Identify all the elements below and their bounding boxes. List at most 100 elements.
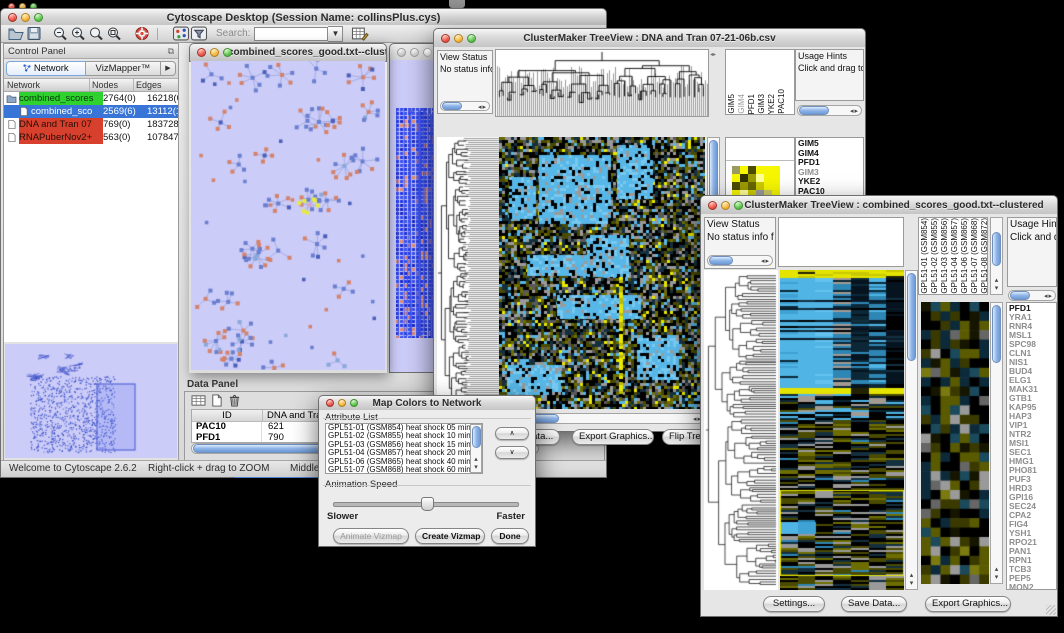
tab-vizmapper[interactable]: VizMapper™ [86,61,161,76]
treeview2-title: ClusterMaker TreeView : combined_scores_… [701,200,1057,211]
network-view-canvas[interactable] [191,61,385,370]
help-lifesaver-icon[interactable] [133,26,151,41]
column-label: GPL51-02 (GSM855) [930,218,939,294]
attribute-grid-icon[interactable] [191,394,206,407]
table-edit-icon[interactable] [351,26,369,41]
tab-network[interactable]: Network [6,61,86,76]
close-icon[interactable] [708,201,717,210]
scroll-down-icon[interactable]: ▾ [991,285,1002,292]
slider-thumb[interactable] [421,497,434,511]
tv2-sub-heatmap[interactable] [921,302,989,584]
network-tree-row[interactable]: RNAPuberNov2+563(0)107847(0) [4,131,178,144]
minimize-icon[interactable] [210,48,219,57]
tv2-gene-dendrogram[interactable] [704,270,778,590]
float-panel-icon[interactable]: ⧉ [168,46,178,57]
tv1-status-scrollbar[interactable]: ◂▸ [440,101,490,111]
tv1-gene-list[interactable]: GIM5GIM4PFD1GIM3YKE2PAC10 [796,138,863,197]
open-file-icon[interactable] [7,26,25,41]
move-down-button[interactable]: ∨ [495,446,529,459]
network-tree-row[interactable]: combined_sco2569(6)13112(15) [4,105,178,118]
network-overview-icon[interactable] [172,26,190,41]
close-icon[interactable] [197,48,206,57]
minimize-icon[interactable] [338,399,346,407]
zoom-icon[interactable] [734,201,743,210]
tv2-heatmap[interactable] [780,270,904,590]
tv2-usage-scrollbar[interactable]: ◂▸ [1008,290,1056,301]
tv2-export-graphics-button[interactable]: Export Graphics... [925,596,1011,612]
adjacency-matrix-view[interactable] [396,108,436,338]
col-nodes[interactable]: Nodes [90,79,134,91]
zoom-fit-icon[interactable] [87,26,105,41]
zoom-icon[interactable] [223,48,232,57]
create-vizmap-button[interactable]: Create Vizmap [415,528,485,544]
tv1-gene-dendrogram[interactable] [437,137,499,409]
minimize-icon[interactable] [21,13,30,22]
new-attribute-icon[interactable] [209,394,224,407]
tv2-status-scrollbar[interactable]: ◂▸ [707,255,773,266]
done-button[interactable]: Done [491,528,529,544]
network-tree-row[interactable]: DNA and Tran 07769(0)183728(0) [4,118,178,131]
zoom-icon[interactable] [423,48,432,57]
zoom-in-icon[interactable] [69,26,87,41]
tv2-subheat-vscroll[interactable]: ▴ ▾ [990,302,1003,584]
zoom-icon[interactable] [350,399,358,407]
resize-grip-icon[interactable] [1046,605,1056,615]
treeview1-title: ClusterMaker TreeView : DNA and Tran 07-… [434,33,865,44]
speed-slider[interactable] [333,497,519,509]
scroll-arrows-icon[interactable]: ◂▸ [1044,292,1053,300]
network-nodes-count: 2569(6) [103,105,147,118]
tv2-labels-vscroll[interactable]: ▴ ▾ [990,217,1003,295]
data-table-header[interactable]: ID [192,410,263,421]
minimize-icon[interactable] [454,34,463,43]
scroll-up-icon[interactable]: ▴ [906,572,917,579]
scroll-arrows-icon[interactable]: ◂▸ [761,257,770,265]
scroll-down-icon[interactable]: ▾ [991,574,1002,581]
tv2-settings-button[interactable]: Settings... [763,596,825,612]
scroll-up-icon[interactable]: ▴ [471,456,481,463]
minimize-icon[interactable] [410,48,419,57]
scroll-arrows-icon[interactable]: ◂▸ [478,103,487,111]
scroll-down-icon[interactable]: ▾ [906,580,917,587]
gene-label[interactable]: MON2 [1009,583,1054,590]
birdseye-view[interactable] [5,344,177,458]
zoom-icon[interactable] [34,13,43,22]
search-input[interactable] [254,27,328,41]
animate-vizmap-button[interactable]: Animate Vizmap [333,528,409,544]
minimize-icon[interactable] [721,201,730,210]
tv1-export-graphics-button[interactable]: Export Graphics... [572,429,654,445]
tv2-heatmap-vscroll[interactable]: ▴ ▾ [905,270,918,590]
close-icon[interactable] [326,399,334,407]
network-tree-empty[interactable] [4,144,178,342]
tv2-gene-list[interactable]: PFD1YRA1RNR4MSL1SPC98CLN1NIS1BUD4ELG1MAK… [1007,303,1056,590]
tv1-column-dendrogram[interactable] [495,49,709,117]
search-dropdown-button[interactable]: ▼ [328,26,343,42]
scroll-up-icon[interactable]: ▴ [991,277,1002,284]
scroll-down-icon[interactable]: ▾ [471,464,481,471]
tabs-more-button[interactable]: ▶ [161,61,176,76]
tv1-heatmap[interactable] [499,137,705,409]
tv2-column-tree-area[interactable] [778,217,904,267]
col-network[interactable]: Network [4,79,90,91]
attribute-list-item[interactable]: GPL51-07 (GSM868) heat shock 60 min [328,466,482,474]
close-icon[interactable] [8,13,17,22]
col-edges[interactable]: Edges [134,79,178,91]
treeview2-titlebar[interactable]: ClusterMaker TreeView : combined_scores_… [700,195,1058,216]
move-up-button[interactable]: ∧ [495,427,529,440]
zoom-selected-icon[interactable] [105,26,123,41]
attribute-list-vscroll[interactable]: ▴ ▾ [470,424,482,473]
network-tree-row[interactable]: combined_scores2764(0)16218(0) [4,92,178,105]
scroll-arrows-icon[interactable]: ◂▸ [850,107,859,115]
tv1-splitter-arrows[interactable]: ◂▸ [710,51,716,58]
zoom-icon[interactable] [467,34,476,43]
close-icon[interactable] [397,48,406,57]
network1-titlebar[interactable]: combined_scores_good.txt--cluste... [189,43,387,62]
tv1-usage-scrollbar[interactable]: ◂▸ [797,105,862,116]
close-icon[interactable] [441,34,450,43]
tv2-save-data-button[interactable]: Save Data... [841,596,907,612]
scroll-up-icon[interactable]: ▴ [991,566,1002,573]
treeview1-titlebar[interactable]: ClusterMaker TreeView : DNA and Tran 07-… [433,28,866,49]
zoom-out-icon[interactable] [51,26,69,41]
save-icon[interactable] [25,26,43,41]
filter-icon[interactable] [190,26,208,41]
delete-attribute-icon[interactable] [227,394,242,407]
